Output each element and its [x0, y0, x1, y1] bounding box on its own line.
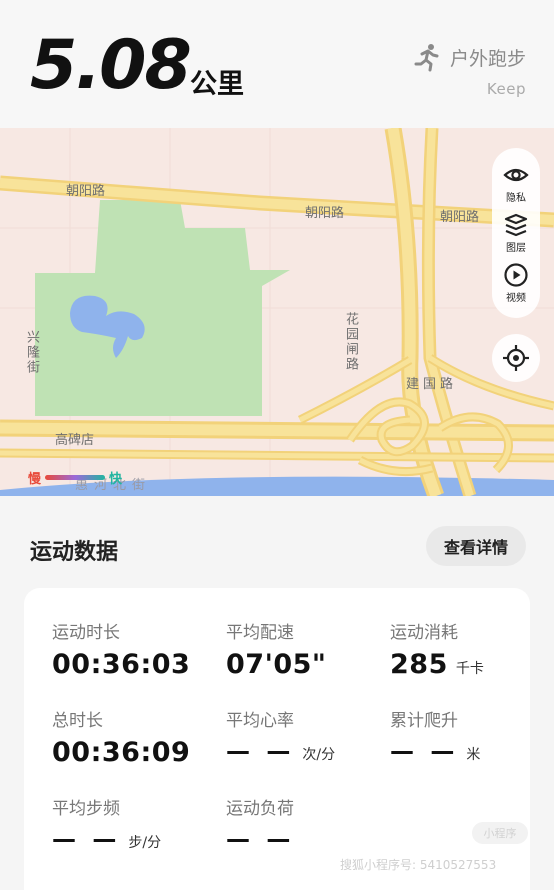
- view-details-button[interactable]: 查看详情: [426, 526, 526, 566]
- road-label-gaobeidian: 高碑店: [55, 433, 95, 448]
- stat-label: 平均心率: [226, 711, 294, 731]
- road-label-huayuan: 花园闸路: [343, 312, 358, 372]
- stats-card: 运动时长 00:36:03 平均配速 07'05" 运动消耗 285 千卡 总时…: [24, 588, 530, 890]
- stat-value: — —: [226, 737, 295, 765]
- stat-label: 累计爬升: [390, 711, 458, 731]
- pace-gradient-bar: [45, 475, 106, 480]
- road-label-chaoyang-3: 朝阳路: [440, 210, 480, 225]
- stat-value: 00:36:03: [52, 649, 191, 680]
- stat-label: 运动时长: [52, 623, 120, 643]
- distance-unit: 公里: [190, 69, 244, 100]
- stat-unit: 步/分: [128, 835, 162, 851]
- layers-icon: [504, 213, 528, 237]
- pace-legend: 慢 快: [28, 468, 122, 487]
- stat-unit: 次/分: [302, 747, 336, 763]
- stat-label: 运动负荷: [226, 799, 294, 819]
- play-icon: [504, 263, 528, 287]
- stat-value: — —: [52, 825, 121, 853]
- layers-button[interactable]: 图层: [503, 212, 529, 254]
- stat-elevation-gain: 累计爬升 — — 米: [390, 706, 480, 765]
- watermark-badge: 小程序: [472, 822, 528, 844]
- activity-header: 5.08 公里 户外跑步 Keep: [0, 0, 554, 128]
- pace-slow-label: 慢: [28, 472, 42, 487]
- stat-training-load: 运动负荷 — —: [226, 794, 294, 853]
- stat-avg-pace: 平均配速 07'05": [226, 618, 326, 680]
- stat-calories: 运动消耗 285 千卡: [390, 618, 484, 680]
- road-label-chaoyang-1: 朝阳路: [66, 184, 106, 199]
- stat-duration: 运动时长 00:36:03: [52, 618, 190, 680]
- route-map[interactable]: 朝阳路 朝阳路 朝阳路 兴隆街 花园闸路 建国路 高碑店 惠河北街 隐私 图层: [0, 128, 554, 496]
- stat-unit: 米: [466, 747, 481, 763]
- stat-unit: 千卡: [455, 661, 484, 677]
- stat-label: 运动消耗: [390, 623, 458, 643]
- map-toolbar: 隐私 图层 视频: [492, 148, 540, 318]
- stat-value: 285: [390, 649, 448, 680]
- stat-label: 平均配速: [226, 623, 294, 643]
- stat-label: 平均步频: [52, 799, 120, 819]
- stat-value: — —: [226, 825, 295, 853]
- video-label: 视频: [506, 293, 526, 304]
- distance-value: 5.08: [30, 26, 192, 105]
- brand-label: Keep: [486, 80, 526, 98]
- layers-label: 图层: [506, 243, 526, 254]
- locate-button[interactable]: [492, 334, 540, 382]
- privacy-button[interactable]: 隐私: [503, 162, 529, 204]
- eye-icon: [503, 168, 529, 182]
- pace-fast-label: 快: [109, 472, 123, 487]
- section-title: 运动数据: [30, 540, 119, 565]
- video-button[interactable]: 视频: [503, 262, 529, 304]
- road-label-chaoyang-2: 朝阳路: [305, 206, 345, 221]
- stat-avg-heart-rate: 平均心率 — — 次/分: [226, 706, 335, 765]
- privacy-label: 隐私: [506, 193, 526, 204]
- stat-value: 07'05": [226, 649, 327, 680]
- watermark-text: 搜狐小程序号: 5410527553: [340, 858, 497, 872]
- stat-value: 00:36:09: [52, 737, 191, 768]
- activity-type-label: 户外跑步: [449, 47, 526, 70]
- stat-label: 总时长: [52, 711, 103, 731]
- road-label-xinglong: 兴隆街: [24, 330, 39, 375]
- stat-avg-cadence: 平均步频 — — 步/分: [52, 794, 161, 853]
- stats-section-header: 运动数据 查看详情: [0, 496, 554, 588]
- activity-type: 户外跑步: [412, 42, 526, 72]
- stat-total-duration: 总时长 00:36:09: [52, 706, 190, 768]
- road-label-jianguo: 建国路: [406, 377, 458, 392]
- running-figure-icon: [414, 44, 439, 72]
- stat-value: — —: [390, 737, 459, 765]
- crosshair-icon: [503, 345, 529, 371]
